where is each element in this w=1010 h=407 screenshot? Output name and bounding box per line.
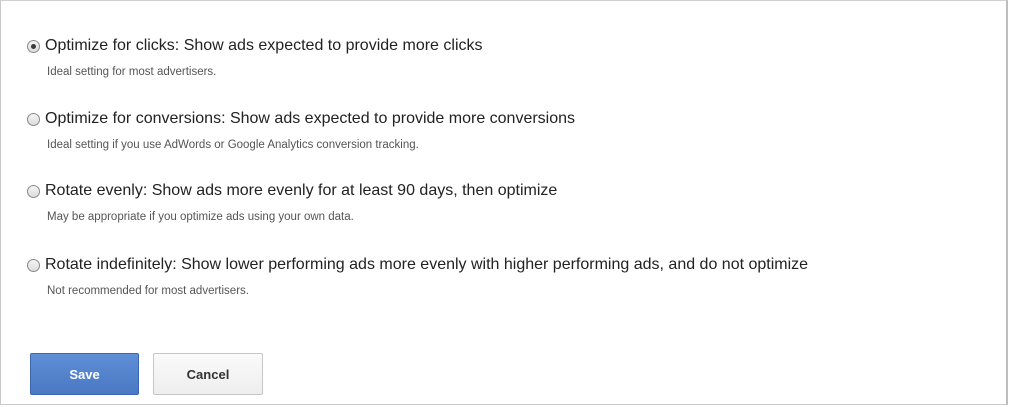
radio-button-icon[interactable] (27, 112, 40, 126)
option-description: May be appropriate if you optimize ads u… (47, 211, 354, 223)
option-row[interactable]: Rotate evenly: Show ads more evenly for … (27, 180, 557, 202)
option-description: Ideal setting for most advertisers. (47, 66, 217, 78)
radio-button-icon[interactable] (27, 258, 40, 272)
option-row[interactable]: Optimize for conversions: Show ads expec… (27, 108, 575, 130)
option-description: Ideal setting if you use AdWords or Goog… (47, 139, 419, 151)
option-optimize-conversions[interactable]: Optimize for conversions: Show ads expec… (27, 108, 575, 151)
option-optimize-clicks[interactable]: Optimize for clicks: Show ads expected t… (27, 35, 483, 78)
option-label[interactable]: Optimize for conversions: Show ads expec… (45, 110, 575, 128)
option-label[interactable]: Rotate evenly: Show ads more evenly for … (45, 182, 557, 200)
radio-button-icon[interactable] (27, 184, 40, 198)
option-row[interactable]: Rotate indefinitely: Show lower performi… (27, 254, 808, 276)
option-label[interactable]: Rotate indefinitely: Show lower performi… (45, 256, 808, 274)
radio-button-selected-icon[interactable] (27, 39, 40, 53)
option-row[interactable]: Optimize for clicks: Show ads expected t… (27, 35, 483, 57)
ad-rotation-settings-panel: Optimize for clicks: Show ads expected t… (0, 0, 1008, 405)
option-rotate-evenly[interactable]: Rotate evenly: Show ads more evenly for … (27, 180, 557, 223)
cancel-button[interactable]: Cancel (153, 353, 263, 395)
option-description: Not recommended for most advertisers. (47, 285, 249, 297)
save-button[interactable]: Save (30, 353, 139, 395)
option-rotate-indefinitely[interactable]: Rotate indefinitely: Show lower performi… (27, 254, 808, 297)
option-label[interactable]: Optimize for clicks: Show ads expected t… (45, 37, 483, 55)
